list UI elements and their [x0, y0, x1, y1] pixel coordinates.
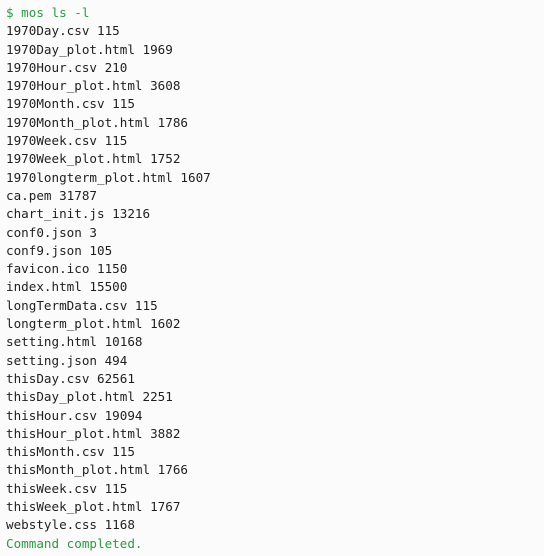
- file-size: 115: [112, 96, 135, 112]
- file-entry: thisMonth.csv 115: [6, 443, 544, 461]
- file-size: 3882: [150, 425, 181, 441]
- file-size: 1150: [97, 261, 128, 277]
- file-size: 10168: [104, 334, 143, 350]
- file-entry: webstyle.css 1168: [6, 516, 544, 534]
- file-name: index.html: [6, 279, 82, 295]
- file-name: thisHour_plot.html: [6, 425, 143, 441]
- file-size: 1969: [142, 41, 173, 57]
- file-entry: 1970Hour_plot.html 3608: [6, 77, 544, 95]
- file-name: webstyle.css: [6, 517, 97, 533]
- file-name: 1970Week.csv: [6, 133, 97, 149]
- file-name: thisMonth.csv: [6, 444, 105, 460]
- file-entry: 1970Day_plot.html 1969: [6, 41, 544, 59]
- file-entry: longTermData.csv 115: [6, 297, 544, 315]
- file-size: 19094: [104, 407, 143, 423]
- file-name: conf9.json: [6, 242, 82, 258]
- file-entry: setting.json 494: [6, 352, 544, 370]
- file-entry: thisMonth_plot.html 1766: [6, 461, 544, 479]
- file-name: 1970Day_plot.html: [6, 41, 135, 57]
- file-entry: setting.html 10168: [6, 333, 544, 351]
- file-entry: 1970Day.csv 115: [6, 22, 544, 40]
- file-name: thisDay_plot.html: [6, 389, 135, 405]
- file-size: 1168: [104, 517, 135, 533]
- file-name: thisMonth_plot.html: [6, 462, 151, 478]
- file-entry: thisWeek.csv 115: [6, 480, 544, 498]
- file-entry: 1970Week.csv 115: [6, 132, 544, 150]
- file-name: setting.json: [6, 352, 97, 368]
- file-entry: conf9.json 105: [6, 242, 544, 260]
- file-name: favicon.ico: [6, 261, 90, 277]
- file-size: 1767: [150, 499, 181, 515]
- file-name: thisHour.csv: [6, 407, 97, 423]
- file-list: 1970Day.csv 115 1970Day_plot.html 1969 197…: [6, 22, 544, 534]
- file-size: 1752: [150, 151, 181, 167]
- file-name: thisDay.csv: [6, 370, 90, 386]
- file-entry: longterm_plot.html 1602: [6, 315, 544, 333]
- file-size: 13216: [112, 206, 151, 222]
- file-entry: chart_init.js 13216: [6, 205, 544, 223]
- file-name: longterm_plot.html: [6, 316, 143, 332]
- file-entry: thisHour.csv 19094: [6, 407, 544, 425]
- file-entry: 1970longterm_plot.html 1607: [6, 169, 544, 187]
- command-line: $ mos ls -l: [6, 5, 90, 20]
- file-name: 1970Hour.csv: [6, 59, 97, 75]
- file-size: 31787: [59, 187, 98, 203]
- file-entry: thisHour_plot.html 3882: [6, 425, 544, 443]
- file-name: 1970longterm_plot.html: [6, 169, 173, 185]
- file-size: 1786: [157, 114, 188, 130]
- file-entry: 1970Month.csv 115: [6, 95, 544, 113]
- file-size: 494: [104, 352, 128, 368]
- status-message: Command completed.: [6, 535, 143, 551]
- file-size: 115: [112, 444, 135, 460]
- file-entry: 1970Week_plot.html 1752: [6, 150, 544, 168]
- file-size: 62561: [97, 370, 135, 386]
- file-size: 115: [104, 133, 128, 149]
- file-entry: favicon.ico 1150: [6, 260, 544, 278]
- file-name: conf0.json: [6, 224, 82, 240]
- file-size: 1602: [150, 316, 181, 332]
- file-name: 1970Hour_plot.html: [6, 78, 143, 94]
- file-entry: ca.pem 31787: [6, 187, 544, 205]
- file-entry: thisDay_plot.html 2251: [6, 388, 544, 406]
- file-entry: index.html 15500: [6, 278, 544, 296]
- file-name: chart_init.js: [6, 206, 105, 222]
- file-size: 105: [89, 242, 113, 258]
- file-name: 1970Day.csv: [6, 23, 90, 39]
- file-entry: 1970Hour.csv 210: [6, 59, 544, 77]
- file-name: setting.html: [6, 334, 97, 350]
- file-name: thisWeek_plot.html: [6, 499, 143, 515]
- file-size: 1607: [180, 169, 211, 185]
- file-size: 115: [134, 297, 158, 313]
- file-name: longTermData.csv: [6, 297, 128, 313]
- file-entry: thisDay.csv 62561: [6, 370, 544, 388]
- file-size: 115: [104, 480, 128, 496]
- file-entry: thisWeek_plot.html 1767: [6, 498, 544, 516]
- file-name: ca.pem: [6, 187, 52, 203]
- file-name: thisWeek.csv: [6, 480, 97, 496]
- file-entry: 1970Month_plot.html 1786: [6, 114, 544, 132]
- file-size: 2251: [142, 389, 173, 405]
- file-size: 15500: [89, 279, 128, 295]
- file-name: 1970Month.csv: [6, 96, 105, 112]
- file-size: 210: [104, 59, 128, 75]
- file-entry: conf0.json 3: [6, 224, 544, 242]
- terminal-output: $ mos ls -l 1970Day.csv 115 1970Day_plot.…: [0, 0, 544, 556]
- file-name: 1970Week_plot.html: [6, 151, 143, 167]
- file-name: 1970Month_plot.html: [6, 114, 151, 130]
- file-size: 3608: [150, 78, 181, 94]
- file-size: 3: [89, 224, 98, 240]
- file-size: 1766: [157, 462, 188, 478]
- file-size: 115: [97, 23, 120, 39]
